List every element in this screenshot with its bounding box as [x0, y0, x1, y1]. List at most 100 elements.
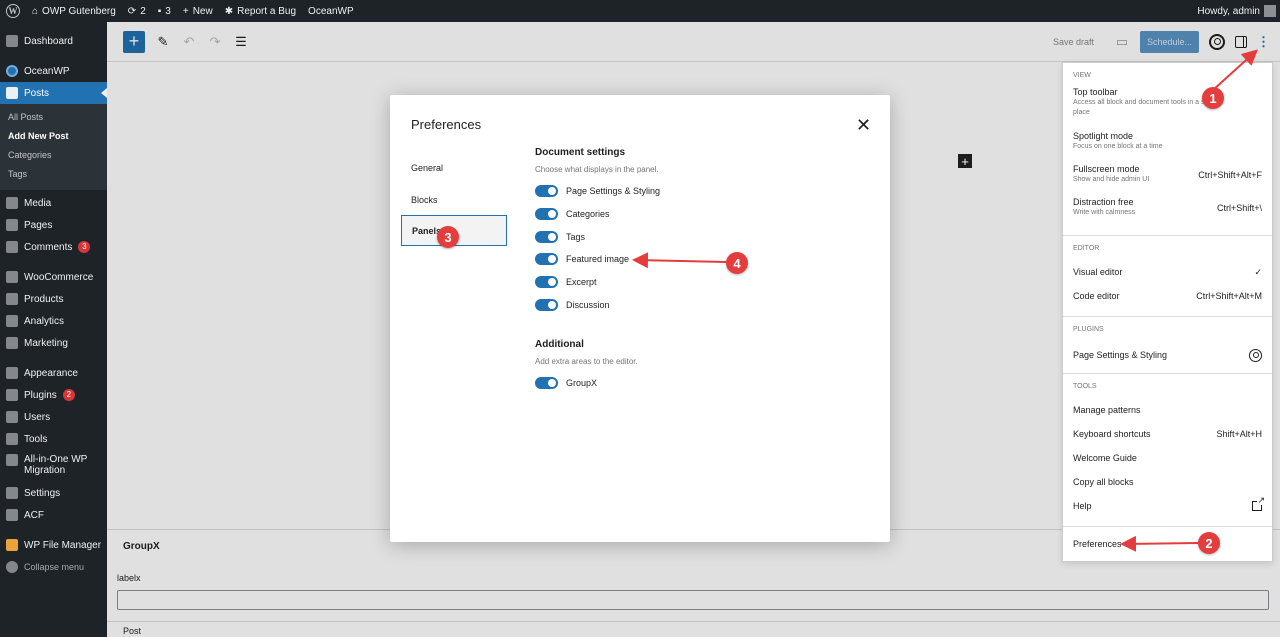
- sidebar-item-settings[interactable]: Settings: [0, 482, 107, 504]
- posts-submenu: All Posts Add New Post Categories Tags: [0, 104, 107, 190]
- updates-link[interactable]: ⟳ 2: [122, 0, 152, 22]
- account-menu[interactable]: Howdy, admin: [1191, 0, 1280, 22]
- settings-icon: [6, 487, 18, 499]
- menu-item-top-toolbar[interactable]: Top toolbar Access all block and document…: [1063, 87, 1272, 131]
- toggle-row-featured-image[interactable]: Featured image: [535, 253, 629, 265]
- collapse-icon: [6, 561, 18, 573]
- comments-link[interactable]: ▪ 3: [152, 0, 177, 22]
- oceanwp-icon: [6, 65, 18, 77]
- wp-logo-menu[interactable]: W: [0, 0, 26, 22]
- menu-item-manage-patterns[interactable]: Manage patterns: [1063, 398, 1272, 422]
- brush-icon: [6, 367, 18, 379]
- plugins-count-badge: 2: [62, 389, 75, 401]
- admin-sidebar: Dashboard OceanWP Posts All Posts Add Ne…: [0, 22, 107, 637]
- add-block-icon[interactable]: +: [958, 154, 972, 169]
- wrench-icon: [6, 433, 18, 445]
- pin-icon: [6, 87, 18, 99]
- tab-blocks[interactable]: Blocks: [401, 185, 507, 216]
- admin-bar: W ⌂ OWP Gutenberg ⟳ 2 ▪ 3 + New ✱ Report…: [0, 0, 1280, 22]
- sidebar-item-oceanwp[interactable]: OceanWP: [0, 60, 107, 82]
- products-icon: [6, 293, 18, 305]
- toggle-switch[interactable]: [535, 208, 558, 220]
- sidebar-item-woocommerce[interactable]: WooCommerce: [0, 266, 107, 288]
- menu-item-visual-editor[interactable]: Visual editor ✓: [1063, 260, 1272, 284]
- bug-icon: ✱: [224, 5, 234, 17]
- toggle-row-discussion[interactable]: Discussion: [535, 299, 610, 311]
- refresh-icon: ⟳: [127, 5, 137, 17]
- migration-label: All-in-One WP Migration: [24, 454, 88, 476]
- analytics-icon: [6, 315, 18, 327]
- menu-item-distraction-free[interactable]: Distraction free Write with calmness Ctrl…: [1063, 197, 1272, 230]
- toggle-row-page-settings[interactable]: Page Settings & Styling: [535, 185, 660, 197]
- toggle-switch[interactable]: [535, 299, 558, 311]
- toggle-switch[interactable]: [535, 276, 558, 288]
- submenu-all-posts[interactable]: All Posts: [0, 108, 107, 127]
- toggle-switch[interactable]: [535, 185, 558, 197]
- sidebar-item-media[interactable]: Media: [0, 192, 107, 214]
- megaphone-icon: [6, 337, 18, 349]
- submenu-categories[interactable]: Categories: [0, 146, 107, 165]
- sidebar-item-tools[interactable]: Tools: [0, 428, 107, 450]
- sidebar-item-file-manager[interactable]: WP File Manager: [0, 534, 107, 556]
- menu-heading-plugins: Plugins: [1073, 326, 1104, 333]
- sidebar-item-users[interactable]: Users: [0, 406, 107, 428]
- toggle-row-tags[interactable]: Tags: [535, 231, 585, 243]
- toggle-row-groupx[interactable]: GroupX: [535, 377, 597, 389]
- collapse-menu-button[interactable]: Collapse menu: [0, 556, 107, 578]
- annotation-marker-1: 1: [1202, 87, 1224, 109]
- dashboard-icon: [6, 35, 18, 47]
- submenu-add-new-post[interactable]: Add New Post: [0, 127, 107, 146]
- close-icon[interactable]: ✕: [856, 116, 871, 134]
- new-content-link[interactable]: + New: [177, 0, 219, 22]
- comments-count-badge: 3: [78, 241, 91, 253]
- annotation-marker-4: 4: [726, 252, 748, 274]
- toggle-switch[interactable]: [535, 231, 558, 243]
- menu-group-plugins: Plugins Page Settings & Styling: [1063, 317, 1272, 374]
- menu-item-preferences[interactable]: Preferences: [1063, 539, 1272, 549]
- toggle-switch[interactable]: [535, 253, 558, 265]
- media-icon: [6, 197, 18, 209]
- toggle-switch[interactable]: [535, 377, 558, 389]
- annotation-marker-3: 3: [437, 226, 459, 248]
- sidebar-item-acf[interactable]: ACF: [0, 504, 107, 526]
- home-icon: ⌂: [32, 5, 39, 17]
- menu-item-welcome-guide[interactable]: Welcome Guide: [1063, 446, 1272, 470]
- document-settings-desc: Choose what displays in the panel.: [535, 165, 659, 174]
- migration-icon: [6, 454, 18, 466]
- pages-icon: [6, 219, 18, 231]
- annotation-marker-2: 2: [1198, 532, 1220, 554]
- sidebar-item-dashboard[interactable]: Dashboard: [0, 30, 107, 52]
- wordpress-icon: W: [6, 4, 20, 18]
- sidebar-item-appearance[interactable]: Appearance: [0, 362, 107, 384]
- site-name-link[interactable]: ⌂ OWP Gutenberg: [26, 0, 122, 22]
- menu-item-page-settings[interactable]: Page Settings & Styling: [1063, 341, 1272, 369]
- menu-item-keyboard-shortcuts[interactable]: Keyboard shortcuts Shift+Alt+H: [1063, 422, 1272, 446]
- acf-icon: [6, 509, 18, 521]
- sidebar-item-posts[interactable]: Posts: [0, 82, 107, 104]
- menu-group-tools: Tools Manage patterns Keyboard shortcuts…: [1063, 374, 1272, 527]
- toggle-row-excerpt[interactable]: Excerpt: [535, 276, 597, 288]
- sidebar-item-products[interactable]: Products: [0, 288, 107, 310]
- menu-group-editor: Editor Visual editor ✓ Code editor Ctrl+…: [1063, 236, 1272, 317]
- additional-title: Additional: [535, 339, 584, 350]
- sidebar-item-comments[interactable]: Comments 3: [0, 236, 107, 258]
- sidebar-item-plugins[interactable]: Plugins 2: [0, 384, 107, 406]
- sidebar-item-marketing[interactable]: Marketing: [0, 332, 107, 354]
- oceanwp-link[interactable]: OceanWP: [302, 0, 360, 22]
- avatar: [1264, 5, 1276, 17]
- menu-item-spotlight[interactable]: Spotlight mode Focus on one block at a ti…: [1063, 131, 1272, 164]
- toggle-row-categories[interactable]: Categories: [535, 208, 610, 220]
- menu-item-fullscreen[interactable]: Fullscreen mode Show and hide admin UI Ct…: [1063, 164, 1272, 197]
- menu-heading-editor: Editor: [1073, 245, 1100, 252]
- sidebar-item-migration[interactable]: All-in-One WP Migration: [0, 450, 107, 482]
- tab-general[interactable]: General: [401, 153, 507, 184]
- menu-item-code-editor[interactable]: Code editor Ctrl+Shift+Alt+M: [1063, 284, 1272, 308]
- sidebar-item-analytics[interactable]: Analytics: [0, 310, 107, 332]
- sidebar-item-pages[interactable]: Pages: [0, 214, 107, 236]
- menu-item-copy-all-blocks[interactable]: Copy all blocks: [1063, 470, 1272, 494]
- report-bug-link[interactable]: ✱ Report a Bug: [219, 0, 302, 22]
- menu-heading-view: View: [1073, 72, 1091, 79]
- comments-icon: [6, 241, 18, 253]
- submenu-tags[interactable]: Tags: [0, 165, 107, 184]
- menu-item-help[interactable]: Help: [1063, 494, 1272, 518]
